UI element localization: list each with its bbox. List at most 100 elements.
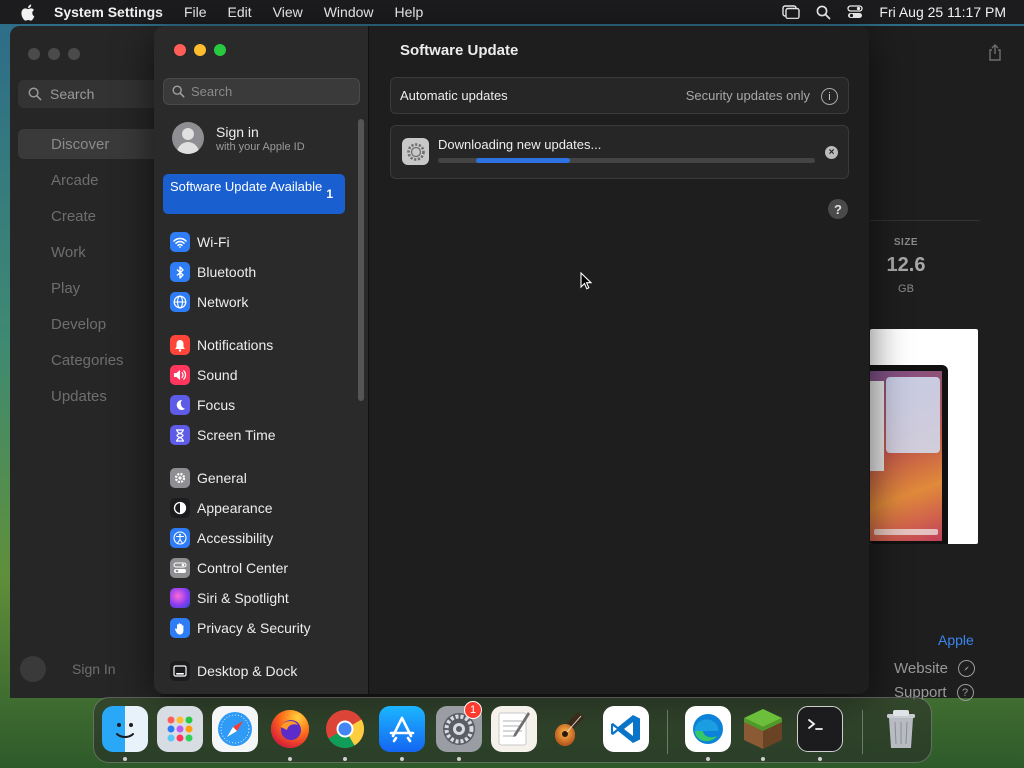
sidebar-item-sound[interactable]: Sound <box>170 364 237 386</box>
vscode-icon[interactable] <box>603 706 649 752</box>
apple-menu-icon[interactable] <box>18 3 36 21</box>
app-store-search-field[interactable]: Search <box>18 80 158 108</box>
app-screenshot-preview[interactable] <box>870 329 978 544</box>
garageband-icon[interactable] <box>546 706 592 752</box>
menu-app-name[interactable]: System Settings <box>54 4 163 20</box>
terminal-icon[interactable] <box>797 706 843 752</box>
sidebar-item-network[interactable]: Network <box>170 291 248 313</box>
app-store-nav-work[interactable]: Work <box>10 237 160 267</box>
sidebar-item-focus[interactable]: Focus <box>170 394 235 416</box>
download-progress-bar <box>438 158 815 163</box>
sidebar-item-desktop-dock[interactable]: Desktop & Dock <box>170 660 297 682</box>
finder-icon[interactable] <box>102 706 148 752</box>
search-icon <box>172 85 185 98</box>
notifications-icon <box>170 335 190 355</box>
download-message: Downloading new updates... <box>438 137 602 152</box>
sidebar-item-label: Privacy & Security <box>197 620 311 636</box>
chrome-icon[interactable] <box>322 706 368 752</box>
minimize-button[interactable] <box>194 44 206 56</box>
app-store-close-button[interactable] <box>28 48 40 60</box>
menu-clock[interactable]: Fri Aug 25 11:17 PM <box>879 4 1006 20</box>
sidebar-item-bluetooth[interactable]: Bluetooth <box>170 261 256 283</box>
menu-window[interactable]: Window <box>324 4 374 20</box>
cancel-download-icon[interactable]: × <box>825 146 838 159</box>
sidebar-item-label: Control Center <box>197 560 289 576</box>
automatic-updates-value: Security updates only <box>685 88 810 103</box>
website-link[interactable]: Website <box>894 660 975 677</box>
app-store-zoom-button[interactable] <box>68 48 80 60</box>
share-icon[interactable] <box>988 44 1002 66</box>
control-center-menu-icon[interactable] <box>847 5 864 19</box>
sidebar-item-label: Siri & Spotlight <box>197 590 289 606</box>
avatar <box>20 656 46 682</box>
menu-help[interactable]: Help <box>395 4 424 20</box>
sidebar-item-siri-spotlight[interactable]: Siri & Spotlight <box>170 587 289 609</box>
app-store-nav-categories[interactable]: Categories <box>10 345 160 375</box>
automatic-updates-row[interactable]: Automatic updates Security updates only … <box>390 77 849 114</box>
laptop-illustration <box>870 365 948 544</box>
help-button[interactable]: ? <box>828 199 848 219</box>
software-update-label: Software Update Available <box>170 179 323 194</box>
sidebar-item-label: Accessibility <box>197 530 274 546</box>
screen-mirroring-icon[interactable] <box>782 5 801 19</box>
system-settings-badge: 1 <box>464 701 482 719</box>
textedit-icon[interactable] <box>491 706 537 752</box>
firefox-icon[interactable] <box>267 706 313 752</box>
focus-icon <box>170 395 190 415</box>
sidebar-item-screen-time[interactable]: Screen Time <box>170 424 276 446</box>
app-store-nav-create[interactable]: Create <box>10 201 160 231</box>
mouse-pointer-icon <box>580 271 593 295</box>
firefox-running-dot <box>288 757 292 761</box>
system-settings-running-dot <box>457 757 461 761</box>
sidebar-item-general[interactable]: General <box>170 467 247 489</box>
app-store-nav-play[interactable]: Play <box>10 273 160 303</box>
menu-file[interactable]: File <box>184 4 207 20</box>
settings-sidebar: Search Sign in with your Apple ID Softwa… <box>154 26 369 694</box>
trash-icon[interactable] <box>878 706 924 752</box>
edge-icon[interactable] <box>685 706 731 752</box>
app-store-minimize-button[interactable] <box>48 48 60 60</box>
compass-icon <box>957 660 975 677</box>
sidebar-item-label: Screen Time <box>197 427 276 443</box>
privacy-hand-icon <box>170 618 190 638</box>
safari-icon[interactable] <box>212 706 258 752</box>
apple-id-sign-in[interactable]: Sign in with your Apple ID <box>172 122 305 154</box>
sidebar-item-label: Notifications <box>197 337 274 353</box>
control-center-icon <box>170 558 190 578</box>
info-icon[interactable]: i <box>821 88 838 105</box>
app-store-nav-arcade[interactable]: Arcade <box>10 165 160 195</box>
update-count-badge: 1 <box>326 187 333 201</box>
close-button[interactable] <box>174 44 186 56</box>
sound-icon <box>170 365 190 385</box>
sidebar-item-control-center[interactable]: Control Center <box>170 557 288 579</box>
system-settings-window: Search Sign in with your Apple ID Softwa… <box>154 26 869 694</box>
spotlight-search-icon[interactable] <box>816 5 831 20</box>
menu-bar: System Settings File Edit View Window He… <box>0 0 1024 24</box>
sidebar-item-wifi[interactable]: Wi-Fi <box>170 231 230 253</box>
menu-view[interactable]: View <box>273 4 303 20</box>
menu-edit[interactable]: Edit <box>228 4 252 20</box>
app-size-value: 12.6 <box>886 254 926 276</box>
sidebar-item-notifications[interactable]: Notifications <box>170 334 273 356</box>
siri-icon <box>170 588 190 608</box>
app-store-icon[interactable] <box>379 706 425 752</box>
developer-link[interactable]: Apple <box>938 632 974 648</box>
sidebar-item-accessibility[interactable]: Accessibility <box>170 527 273 549</box>
minecraft-icon[interactable] <box>740 706 786 752</box>
search-icon <box>28 87 42 101</box>
automatic-updates-label: Automatic updates <box>400 88 508 103</box>
dock: 1 <box>93 697 932 763</box>
app-store-nav-discover[interactable]: Discover <box>18 129 160 159</box>
sidebar-item-label: Focus <box>197 397 236 413</box>
zoom-button[interactable] <box>214 44 226 56</box>
sidebar-item-privacy-security[interactable]: Privacy & Security <box>170 617 311 639</box>
sidebar-item-appearance[interactable]: Appearance <box>170 497 273 519</box>
settings-search-field[interactable]: Search <box>163 78 360 105</box>
sidebar-item-software-update[interactable]: Software Update Available 1 <box>163 174 345 214</box>
sign-in-subtitle: with your Apple ID <box>216 140 305 153</box>
sidebar-scrollbar[interactable] <box>358 119 364 401</box>
launchpad-icon[interactable] <box>157 706 203 752</box>
app-store-nav-develop[interactable]: Develop <box>10 309 160 339</box>
app-store-nav-updates[interactable]: Updates <box>10 381 160 411</box>
app-store-sign-in[interactable]: Sign In <box>20 656 116 682</box>
